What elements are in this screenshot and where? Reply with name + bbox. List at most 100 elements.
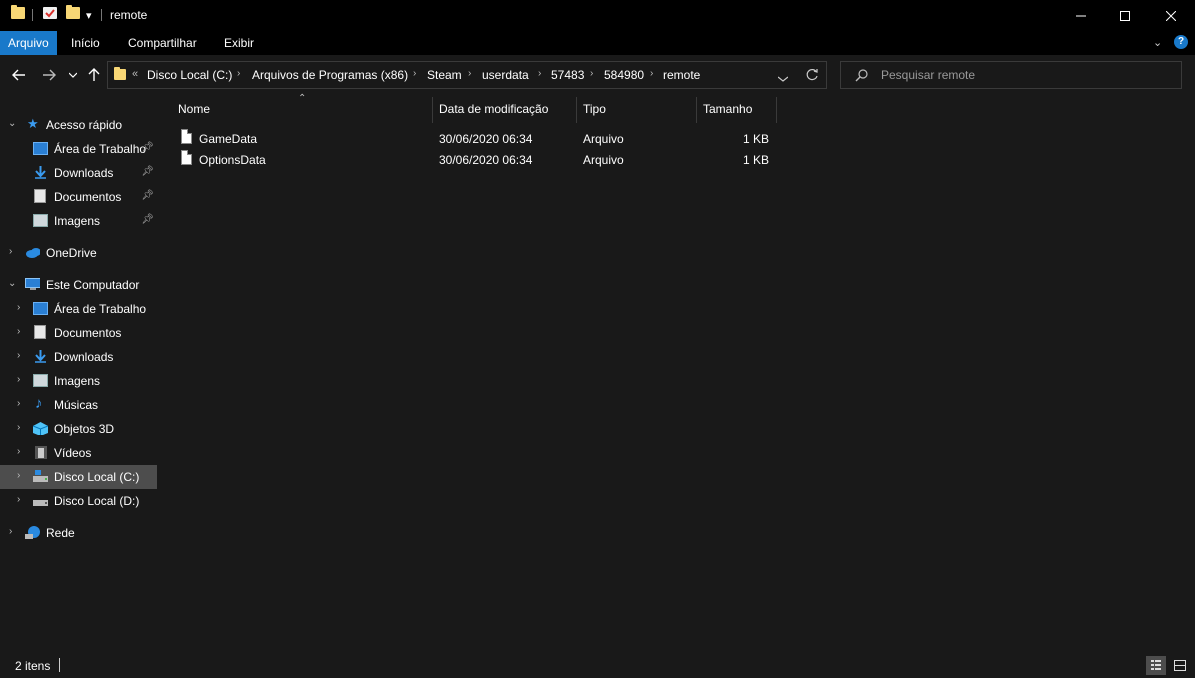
file-size: 1 KB bbox=[742, 132, 769, 146]
details-view-button[interactable] bbox=[1146, 656, 1166, 675]
chevron-right-icon[interactable]: › bbox=[17, 494, 20, 505]
pin-icon[interactable]: 📌︎ bbox=[141, 142, 154, 153]
column-divider[interactable] bbox=[776, 97, 777, 123]
nav-pc-videos[interactable]: › Vídeos bbox=[0, 441, 157, 465]
chevron-right-icon[interactable]: › bbox=[17, 302, 20, 313]
address-dropdown-button[interactable] bbox=[777, 71, 789, 85]
nav-quick-documents[interactable]: Documentos 📌︎ bbox=[0, 185, 157, 209]
file-type: Arquivo bbox=[583, 132, 624, 146]
crumb-separator[interactable]: › bbox=[413, 68, 416, 79]
nav-pc-3d-objects[interactable]: › Objetos 3D bbox=[0, 417, 157, 441]
new-folder-icon[interactable] bbox=[66, 5, 80, 19]
crumb-remote[interactable]: remote bbox=[663, 68, 700, 82]
tab-exibir[interactable]: Exibir bbox=[216, 31, 262, 55]
window-title: remote bbox=[110, 8, 148, 22]
overflow-chevron[interactable]: « bbox=[132, 68, 138, 80]
pin-icon[interactable]: 📌︎ bbox=[141, 214, 154, 225]
nav-pc-downloads[interactable]: › Downloads bbox=[0, 345, 157, 369]
chevron-down-icon[interactable]: ⌄ bbox=[8, 118, 16, 129]
column-header-type[interactable]: Tipo bbox=[583, 102, 606, 116]
separator bbox=[32, 9, 33, 21]
refresh-button[interactable] bbox=[806, 68, 819, 84]
cube-icon bbox=[33, 422, 48, 435]
drive-icon bbox=[33, 500, 48, 506]
help-button[interactable]: ? bbox=[1174, 35, 1188, 49]
nav-quick-downloads[interactable]: Downloads 📌︎ bbox=[0, 161, 157, 185]
back-button[interactable] bbox=[9, 65, 29, 85]
arrow-up-icon bbox=[88, 68, 100, 81]
column-header-size[interactable]: Tamanho bbox=[703, 102, 752, 116]
nav-pc-drive-d[interactable]: › Disco Local (D:) bbox=[0, 489, 157, 513]
minimize-icon bbox=[1076, 15, 1086, 16]
chevron-right-icon[interactable]: › bbox=[17, 470, 20, 481]
music-note-icon: ♪ bbox=[35, 395, 43, 412]
chevron-right-icon[interactable]: › bbox=[17, 374, 20, 385]
column-header-modified[interactable]: Data de modificação bbox=[439, 102, 548, 116]
file-row[interactable]: OptionsData 30/06/2020 06:34 Arquivo 1 K… bbox=[174, 149, 784, 170]
nav-quick-access[interactable]: ⌄ ★ Acesso rápido bbox=[0, 113, 157, 137]
chevron-right-icon[interactable]: › bbox=[17, 446, 20, 457]
large-icons-view-button[interactable] bbox=[1170, 656, 1190, 675]
chevron-right-icon[interactable]: › bbox=[9, 526, 12, 537]
crumb-separator[interactable]: › bbox=[468, 68, 471, 79]
search-input[interactable] bbox=[881, 67, 1171, 83]
forward-button[interactable] bbox=[39, 65, 59, 85]
network-icon bbox=[25, 526, 40, 539]
tab-arquivo[interactable]: Arquivo bbox=[0, 31, 57, 55]
crumb-steam[interactable]: Steam bbox=[427, 68, 462, 82]
crumb-separator[interactable]: › bbox=[237, 68, 240, 79]
tab-inicio[interactable]: Início bbox=[63, 31, 108, 55]
crumb-584980[interactable]: 584980 bbox=[604, 68, 644, 82]
chevron-right-icon[interactable]: › bbox=[9, 246, 12, 257]
nav-pc-desktop[interactable]: › Área de Trabalho bbox=[0, 297, 157, 321]
column-divider[interactable] bbox=[696, 97, 697, 123]
column-divider[interactable] bbox=[432, 97, 433, 123]
chevron-right-icon[interactable]: › bbox=[17, 326, 20, 337]
nav-pc-music[interactable]: › ♪ Músicas bbox=[0, 393, 157, 417]
nav-network[interactable]: › Rede bbox=[0, 521, 157, 545]
file-row[interactable]: GameData 30/06/2020 06:34 Arquivo 1 KB bbox=[174, 128, 784, 149]
crumb-separator[interactable]: › bbox=[590, 68, 593, 79]
nav-onedrive[interactable]: › OneDrive bbox=[0, 241, 157, 265]
recent-locations-button[interactable] bbox=[63, 65, 83, 85]
quick-access-toolbar-dropdown[interactable]: ▾ bbox=[86, 9, 92, 22]
close-button[interactable] bbox=[1148, 0, 1194, 31]
properties-icon[interactable] bbox=[43, 7, 57, 19]
crumb-arquivos-de-programas[interactable]: Arquivos de Programas (x86) bbox=[252, 68, 408, 82]
ribbon-expand-icon[interactable]: ⌄ bbox=[1153, 36, 1162, 49]
chevron-right-icon[interactable]: › bbox=[17, 422, 20, 433]
maximize-button[interactable] bbox=[1102, 0, 1148, 31]
pin-icon[interactable]: 📌︎ bbox=[141, 190, 154, 201]
pin-icon[interactable]: 📌︎ bbox=[141, 166, 154, 177]
column-header-name[interactable]: Nome bbox=[178, 102, 210, 116]
nav-pc-documents[interactable]: › Documentos bbox=[0, 321, 157, 345]
nav-quick-desktop[interactable]: Área de Trabalho 📌︎ bbox=[0, 137, 157, 161]
close-icon bbox=[1166, 10, 1176, 21]
maximize-icon bbox=[1120, 10, 1130, 21]
address-bar[interactable]: « Disco Local (C:) › Arquivos de Program… bbox=[107, 61, 827, 89]
chevron-down-icon[interactable]: ⌄ bbox=[8, 278, 16, 289]
up-button[interactable] bbox=[84, 65, 104, 85]
nav-this-pc[interactable]: ⌄ Este Computador bbox=[0, 273, 157, 297]
search-box[interactable] bbox=[840, 61, 1182, 89]
column-divider[interactable] bbox=[576, 97, 577, 123]
crumb-disco-local-c[interactable]: Disco Local (C:) bbox=[147, 68, 232, 82]
tab-compartilhar[interactable]: Compartilhar bbox=[120, 31, 205, 55]
nav-label: Documentos bbox=[54, 326, 122, 340]
nav-pc-drive-c[interactable]: › Disco Local (C:) bbox=[0, 465, 157, 489]
file-type: Arquivo bbox=[583, 153, 624, 167]
document-icon bbox=[34, 189, 46, 203]
arrow-right-icon bbox=[43, 69, 56, 81]
nav-quick-images[interactable]: Imagens 📌︎ bbox=[0, 209, 157, 233]
status-bar: 2 itens bbox=[0, 653, 1195, 678]
nav-pc-images[interactable]: › Imagens bbox=[0, 369, 157, 393]
title-bar: ▾ remote bbox=[0, 0, 1195, 31]
crumb-separator[interactable]: › bbox=[538, 68, 541, 79]
crumb-userdata[interactable]: userdata bbox=[482, 68, 529, 82]
item-count: 2 itens bbox=[15, 659, 51, 673]
chevron-right-icon[interactable]: › bbox=[17, 350, 20, 361]
minimize-button[interactable] bbox=[1058, 0, 1104, 31]
crumb-57483[interactable]: 57483 bbox=[551, 68, 584, 82]
chevron-right-icon[interactable]: › bbox=[17, 398, 20, 409]
crumb-separator[interactable]: › bbox=[650, 68, 653, 79]
